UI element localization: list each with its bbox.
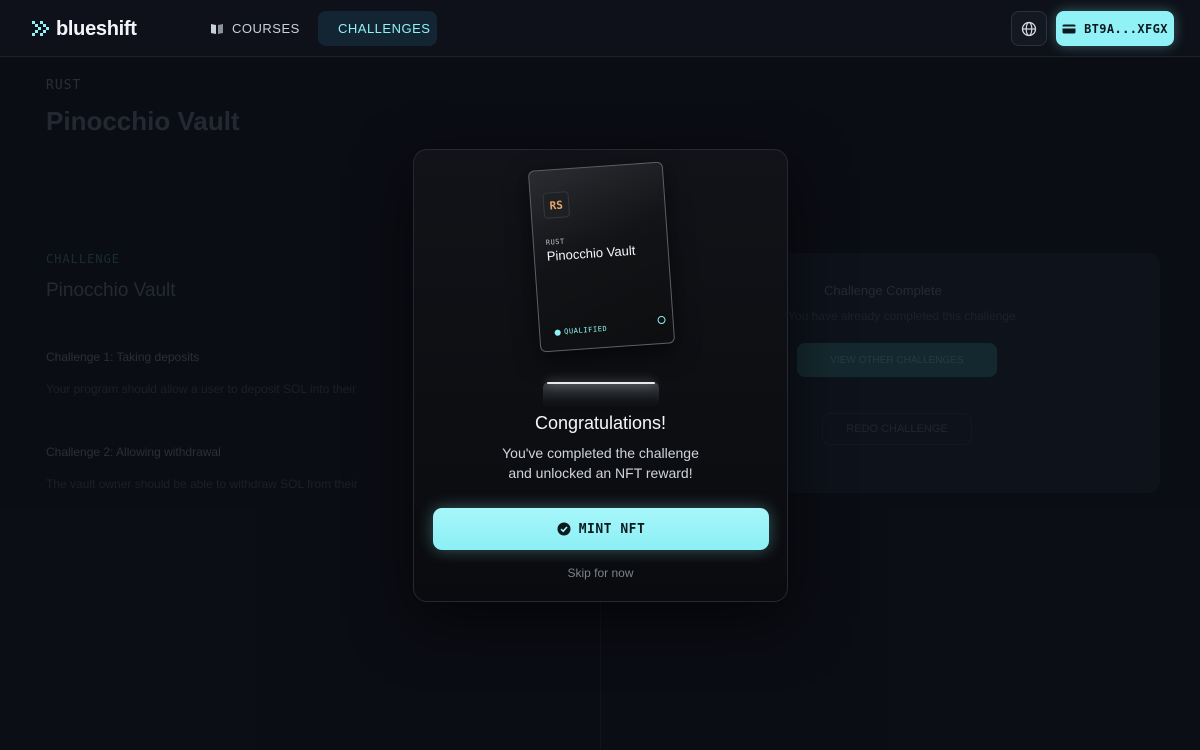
book-icon [211, 23, 223, 34]
blueshift-chevrons-icon [32, 21, 49, 36]
qualified-badge: QUALIFIED [554, 325, 608, 337]
check-circle-icon [554, 329, 561, 336]
reward-modal: RS RUST Pinocchio Vault QUALIFIED Congra… [413, 149, 788, 602]
modal-heading: Congratulations! [534, 413, 667, 433]
modal-message-line: You've completed the challenge [502, 445, 699, 461]
nft-pedestal [543, 382, 659, 410]
check-circle-icon [557, 522, 571, 536]
globe-icon [1021, 21, 1037, 36]
wallet-icon [1062, 24, 1076, 33]
brand-logo[interactable]: blueshift [32, 17, 137, 41]
language-button[interactable] [1011, 11, 1047, 46]
nav-courses-label: COURSES [232, 21, 300, 36]
nav-challenges[interactable]: CHALLENGES [318, 11, 437, 46]
rust-logo-icon: RS [542, 191, 571, 219]
skip-link[interactable]: Skip for now [414, 566, 787, 580]
qualified-label: QUALIFIED [563, 324, 608, 336]
nft-status-dot-icon [657, 315, 666, 325]
nav-challenges-label: CHALLENGES [338, 21, 431, 36]
nav-courses[interactable]: COURSES [198, 11, 312, 46]
modal-message: You've completed the challenge and unloc… [414, 443, 787, 483]
mint-nft-button[interactable]: MINT NFT [433, 508, 769, 550]
wallet-button[interactable]: BT9A...XFGX [1056, 11, 1174, 46]
modal-message-line: and unlocked an NFT reward! [508, 465, 693, 481]
nft-card: RS RUST Pinocchio Vault QUALIFIED [527, 161, 676, 353]
mint-nft-label: MINT NFT [578, 521, 646, 537]
brand-name: blueshift [56, 17, 137, 40]
wallet-address: BT9A...XFGX [1084, 21, 1168, 36]
top-navbar: blueshift COURSES CHALLENGES BT9A...XFGX [0, 0, 1200, 57]
nft-language: RUST [545, 237, 565, 247]
